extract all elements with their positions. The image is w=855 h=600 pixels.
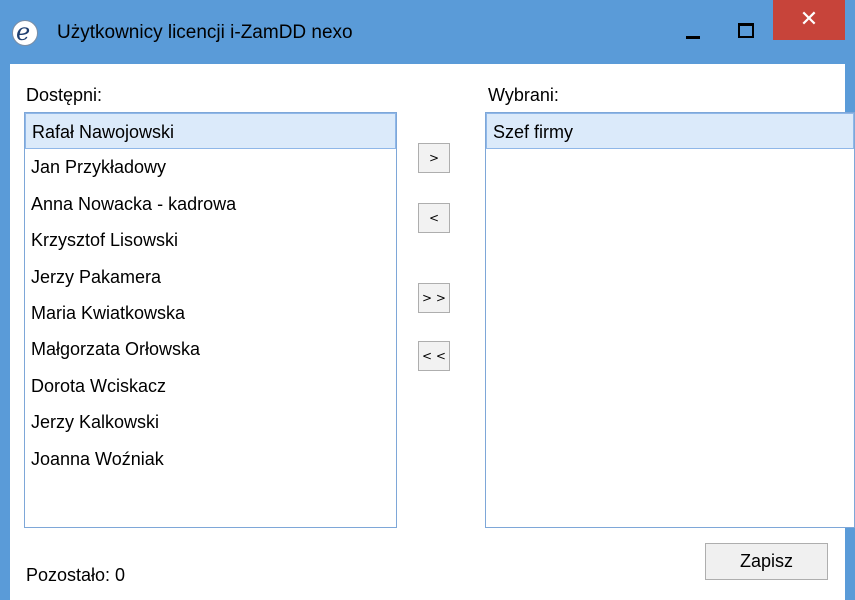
window-title: Użytkownicy licencji i-ZamDD nexo (57, 22, 353, 43)
list-item[interactable]: Maria Kwiatkowska (25, 295, 396, 331)
list-item[interactable]: Szef firmy (486, 113, 854, 150)
minimize-button[interactable] (678, 0, 710, 44)
maximize-button[interactable] (724, 0, 764, 44)
available-label: Dostępni: (26, 85, 103, 105)
move-left-button[interactable]: < (418, 203, 450, 233)
title-bar[interactable]: e Użytkownicy licencji i-ZamDD nexo ✕ (0, 0, 855, 64)
chosen-users-list[interactable]: Szef firmy (485, 112, 855, 528)
list-item[interactable]: Krzysztof Lisowski (25, 222, 396, 258)
license-users-window: e Użytkownicy licencji i-ZamDD nexo ✕ Do… (0, 0, 855, 600)
list-item[interactable]: Małgorzata Orłowska (25, 331, 396, 367)
chosen-label: Wybrani: (488, 85, 559, 105)
list-item[interactable]: Rafał Nawojowski (25, 113, 396, 150)
save-button[interactable]: Zapisz (705, 543, 828, 580)
list-item[interactable]: Jerzy Kalkowski (25, 404, 396, 440)
move-all-left-button[interactable]: < < (418, 341, 450, 371)
close-button[interactable]: ✕ (773, 0, 845, 40)
remaining-count: Pozostało: 0 (26, 565, 126, 585)
list-item[interactable]: Jan Przykładowy (25, 149, 396, 185)
list-item[interactable]: Joanna Woźniak (25, 441, 396, 477)
available-users-list[interactable]: Rafał Nawojowski Jan Przykładowy Anna No… (24, 112, 397, 528)
move-all-right-button[interactable]: > > (418, 283, 450, 313)
list-item[interactable]: Dorota Wciskacz (25, 368, 396, 404)
app-logo-icon: e (12, 18, 38, 46)
move-right-button[interactable]: > (418, 143, 450, 173)
list-item[interactable]: Anna Nowacka - kadrowa (25, 186, 396, 222)
list-item[interactable]: Jerzy Pakamera (25, 259, 396, 295)
